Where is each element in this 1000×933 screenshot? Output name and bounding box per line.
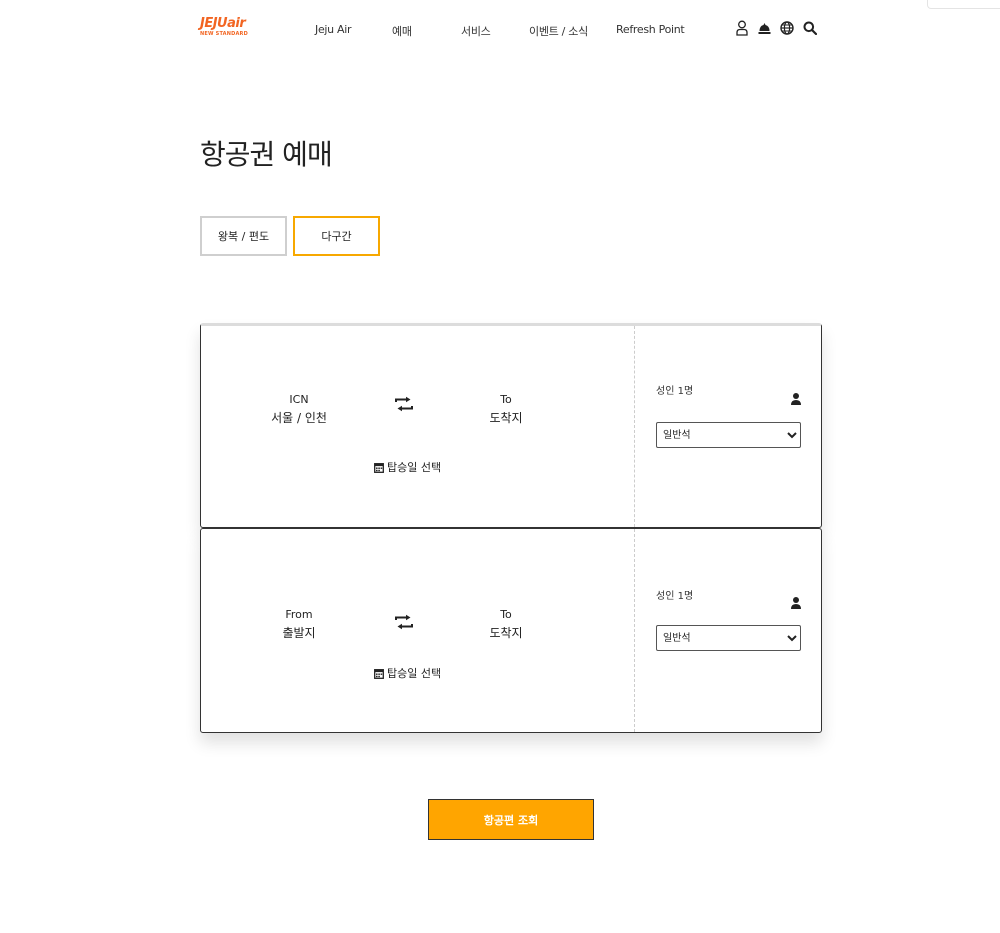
seat-class-select[interactable]: 일반석 xyxy=(656,625,801,651)
segment-divider xyxy=(634,326,635,527)
nav-refresh-point[interactable]: Refresh Point xyxy=(616,23,685,36)
passenger-icon[interactable] xyxy=(789,595,803,609)
passenger-icon[interactable] xyxy=(789,391,803,405)
swap-route-icon[interactable] xyxy=(394,614,416,632)
flight-segment-1: ICN 서울 / 인천 To 도착지 탑승일 선택 성인 1명 일반석 xyxy=(200,323,822,528)
seat-class-select[interactable]: 일반석 xyxy=(656,422,801,448)
jejuair-logo[interactable]: JEJUair NEW STANDARD xyxy=(200,16,256,42)
date-selector[interactable]: 탑승일 선택 xyxy=(374,665,441,681)
arrival-selector[interactable]: To 도착지 xyxy=(451,391,561,427)
departure-code: ICN xyxy=(289,393,309,406)
globe-icon[interactable] xyxy=(780,19,794,37)
search-flights-button[interactable]: 항공편 조회 xyxy=(428,799,594,840)
departure-city: 서울 / 인천 xyxy=(271,411,327,425)
passenger-count[interactable]: 성인 1명 xyxy=(656,382,693,397)
departure-city: 출발지 xyxy=(282,626,316,640)
swap-route-icon[interactable] xyxy=(394,396,416,414)
nav-service[interactable]: 서비스 xyxy=(461,23,491,39)
tab-multi-city[interactable]: 다구간 xyxy=(293,216,380,256)
nav-events[interactable]: 이벤트 / 소식 xyxy=(529,23,588,39)
arrival-code: To xyxy=(500,608,512,621)
arrival-selector[interactable]: To 도착지 xyxy=(451,606,561,642)
passenger-count[interactable]: 성인 1명 xyxy=(656,587,693,602)
departure-selector[interactable]: From 출발지 xyxy=(244,606,354,642)
segment-divider xyxy=(634,529,635,732)
tab-round-trip[interactable]: 왕복 / 편도 xyxy=(200,216,287,256)
user-icon[interactable] xyxy=(735,19,749,37)
date-selector[interactable]: 탑승일 선택 xyxy=(374,459,441,475)
date-label: 탑승일 선택 xyxy=(387,461,442,474)
page-title: 항공권 예매 xyxy=(200,138,333,171)
departure-code: From xyxy=(285,608,313,621)
departure-selector[interactable]: ICN 서울 / 인천 xyxy=(244,391,354,427)
date-label: 탑승일 선택 xyxy=(387,667,442,680)
calendar-icon xyxy=(374,668,384,679)
search-icon[interactable] xyxy=(803,19,817,37)
nav-booking[interactable]: 예매 xyxy=(392,23,412,39)
arrival-city: 도착지 xyxy=(489,626,523,640)
calendar-icon xyxy=(374,462,384,473)
nav-jeju-air[interactable]: Jeju Air xyxy=(315,23,352,36)
arrival-code: To xyxy=(500,393,512,406)
logo-text: JEJUair xyxy=(200,16,246,31)
site-header: JEJUair NEW STANDARD Jeju Air 예매 서비스 이벤트… xyxy=(0,0,1000,60)
logo-subtext: NEW STANDARD xyxy=(200,31,248,37)
arrival-city: 도착지 xyxy=(489,411,523,425)
flight-segment-2: From 출발지 To 도착지 탑승일 선택 성인 1명 일반석 xyxy=(200,528,822,733)
bell-icon[interactable] xyxy=(757,19,771,37)
